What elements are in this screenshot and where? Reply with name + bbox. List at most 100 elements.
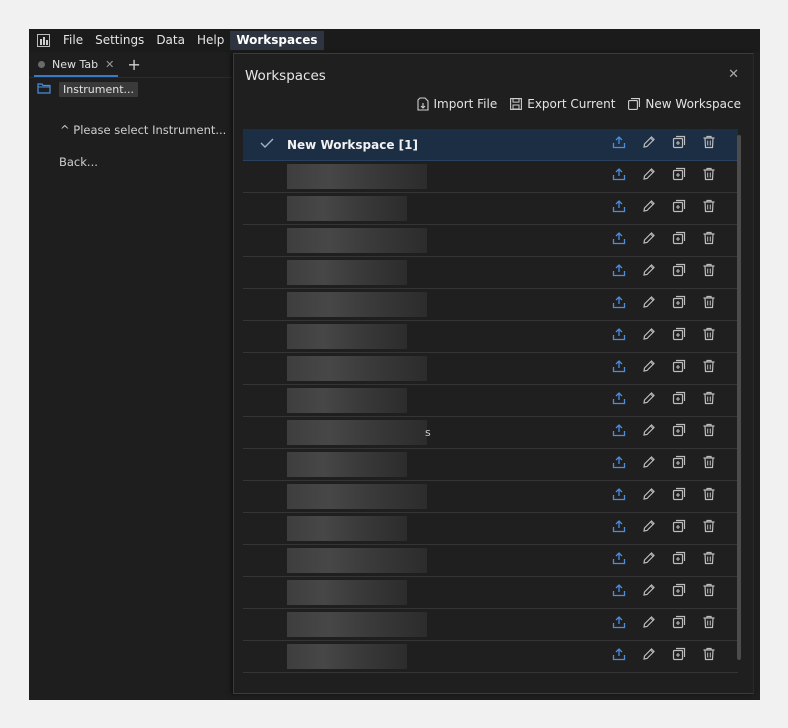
delete-icon[interactable] [694,295,724,309]
duplicate-icon[interactable] [664,583,694,597]
delete-icon[interactable] [694,327,724,341]
duplicate-icon[interactable] [664,615,694,629]
delete-icon[interactable] [694,615,724,629]
edit-icon[interactable] [634,327,664,341]
workspace-row[interactable] [243,545,738,577]
upload-icon[interactable] [604,295,634,309]
edit-icon[interactable] [634,391,664,405]
delete-icon[interactable] [694,647,724,661]
workspace-row[interactable] [243,481,738,513]
edit-icon[interactable] [634,455,664,469]
duplicate-icon[interactable] [664,327,694,341]
close-icon[interactable]: ✕ [728,67,739,82]
menu-file[interactable]: File [57,31,89,50]
edit-icon[interactable] [634,295,664,309]
menu-data[interactable]: Data [150,31,191,50]
upload-icon[interactable] [604,615,634,629]
edit-icon[interactable] [634,423,664,437]
upload-icon[interactable] [604,519,634,533]
delete-icon[interactable] [694,167,724,181]
menu-workspaces[interactable]: Workspaces [230,31,324,50]
workspace-row[interactable] [243,385,738,417]
upload-icon[interactable] [604,583,634,597]
workspace-row[interactable] [243,321,738,353]
add-tab-icon[interactable]: + [127,57,140,73]
close-icon[interactable]: ✕ [105,58,114,71]
upload-icon[interactable] [604,231,634,245]
workspace-row[interactable] [243,513,738,545]
edit-icon[interactable] [634,647,664,661]
edit-icon[interactable] [634,359,664,373]
delete-icon[interactable] [694,263,724,277]
delete-icon[interactable] [694,423,724,437]
edit-icon[interactable] [634,199,664,213]
back-link[interactable]: Back... [59,155,98,169]
workspace-row[interactable] [243,609,738,641]
upload-icon[interactable] [604,551,634,565]
workspace-row[interactable]: s [243,417,738,449]
delete-icon[interactable] [694,519,724,533]
workspace-row[interactable] [243,353,738,385]
folder-icon[interactable] [37,82,51,97]
duplicate-icon[interactable] [664,647,694,661]
duplicate-icon[interactable] [664,135,694,149]
duplicate-icon[interactable] [664,423,694,437]
delete-icon[interactable] [694,359,724,373]
upload-icon[interactable] [604,391,634,405]
new-workspace-button[interactable]: New Workspace [628,97,741,111]
duplicate-icon[interactable] [664,231,694,245]
delete-icon[interactable] [694,199,724,213]
edit-icon[interactable] [634,263,664,277]
delete-icon[interactable] [694,551,724,565]
delete-icon[interactable] [694,391,724,405]
duplicate-icon[interactable] [664,359,694,373]
duplicate-icon[interactable] [664,391,694,405]
workspace-row[interactable] [243,193,738,225]
duplicate-icon[interactable] [664,551,694,565]
delete-icon[interactable] [694,455,724,469]
upload-icon[interactable] [604,647,634,661]
edit-icon[interactable] [634,519,664,533]
duplicate-icon[interactable] [664,263,694,277]
duplicate-icon[interactable] [664,199,694,213]
upload-icon[interactable] [604,135,634,149]
edit-icon[interactable] [634,615,664,629]
upload-icon[interactable] [604,327,634,341]
workspace-row[interactable] [243,577,738,609]
workspace-row[interactable] [243,161,738,193]
menu-help[interactable]: Help [191,31,230,50]
workspace-row[interactable] [243,289,738,321]
scrollbar-thumb[interactable] [737,135,741,660]
upload-icon[interactable] [604,455,634,469]
upload-icon[interactable] [604,423,634,437]
scrollbar[interactable] [737,129,742,685]
workspace-row[interactable] [243,641,738,673]
delete-icon[interactable] [694,135,724,149]
edit-icon[interactable] [634,135,664,149]
instrument-select-button[interactable]: Instrument... [59,81,139,97]
workspace-row[interactable] [243,225,738,257]
workspace-row[interactable]: New Workspace [1] [243,129,738,161]
duplicate-icon[interactable] [664,167,694,181]
export-current-button[interactable]: Export Current [510,97,615,111]
import-file-button[interactable]: Import File [416,97,497,111]
tab-new-tab[interactable]: New Tab ✕ [34,53,119,77]
delete-icon[interactable] [694,583,724,597]
delete-icon[interactable] [694,231,724,245]
workspace-row[interactable] [243,449,738,481]
duplicate-icon[interactable] [664,519,694,533]
delete-icon[interactable] [694,487,724,501]
edit-icon[interactable] [634,167,664,181]
duplicate-icon[interactable] [664,295,694,309]
workspace-row[interactable] [243,257,738,289]
upload-icon[interactable] [604,263,634,277]
upload-icon[interactable] [604,167,634,181]
edit-icon[interactable] [634,487,664,501]
upload-icon[interactable] [604,359,634,373]
duplicate-icon[interactable] [664,455,694,469]
upload-icon[interactable] [604,199,634,213]
edit-icon[interactable] [634,583,664,597]
edit-icon[interactable] [634,231,664,245]
menu-settings[interactable]: Settings [89,31,150,50]
edit-icon[interactable] [634,551,664,565]
